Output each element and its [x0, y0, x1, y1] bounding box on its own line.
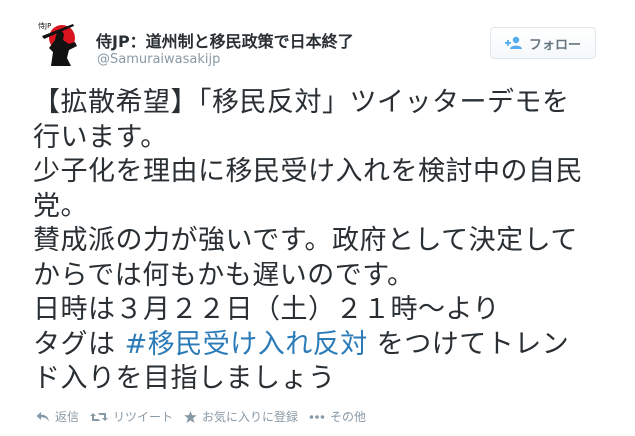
tweet-text: 【拡散希望】「移民反対」ツイッターデモを 行います。 少子化を理由に移民受け入れ… — [33, 86, 613, 397]
author-name[interactable]: 侍JP：道州制と移民政策で日本終了 — [96, 28, 354, 52]
avatar[interactable]: 侍JP — [33, 18, 83, 68]
author-handle[interactable]: @Samuraiwasakijp — [97, 52, 220, 67]
tweet-actions: 返信 リツイート お気に入りに登録 その他 — [36, 408, 377, 425]
tweet-line: からでは何もかも遅いのです。 — [33, 259, 415, 291]
retweet-icon — [90, 412, 109, 421]
more-button[interactable]: その他 — [309, 408, 366, 425]
reply-button[interactable]: 返信 — [36, 408, 79, 425]
retweet-button[interactable]: リツイート — [90, 408, 173, 425]
tweet-line: 賛成派の力が強いです。政府として決定して — [33, 225, 578, 256]
follow-button-label: フォロー — [528, 37, 581, 53]
follow-button[interactable]: フォロー — [490, 27, 596, 59]
samurai-silhouette-icon: 侍JP — [33, 18, 83, 68]
star-icon — [184, 410, 197, 423]
tag-line-suffix: をつけてトレン — [367, 328, 570, 360]
tag-line-prefix: タグは — [33, 328, 125, 360]
tweet-line: 行います。 — [33, 121, 168, 153]
add-user-icon — [504, 36, 522, 49]
retweet-label: リツイート — [113, 410, 174, 424]
svg-text:侍JP: 侍JP — [38, 22, 51, 30]
tweet-line: 【拡散希望】「移民反対」ツイッターデモを — [33, 87, 570, 118]
reply-icon — [36, 411, 49, 421]
tweet-line: 少子化を理由に移民受け入れを検討中の自民 — [33, 156, 583, 187]
tweet-tag-line: タグは #移民受け入れ反対 をつけてトレン — [33, 328, 613, 363]
favorite-label: お気に入りに登録 — [202, 410, 299, 424]
hashtag-link[interactable]: #移民受け入れ反対 — [125, 329, 368, 360]
more-icon — [309, 414, 325, 419]
reply-label: 返信 — [55, 410, 80, 424]
tweet-line: 党。 — [33, 190, 88, 222]
favorite-button[interactable]: お気に入りに登録 — [184, 408, 298, 425]
tweet-line: 日時は３月２２日（土）２１時〜より — [33, 294, 500, 325]
more-label: その他 — [330, 410, 367, 424]
tweet-line: ド入りを目指しましょう — [33, 363, 336, 394]
tweet-card: 侍JP 侍JP：道州制と移民政策で日本終了 @Samuraiwasakijp フ… — [0, 0, 635, 436]
